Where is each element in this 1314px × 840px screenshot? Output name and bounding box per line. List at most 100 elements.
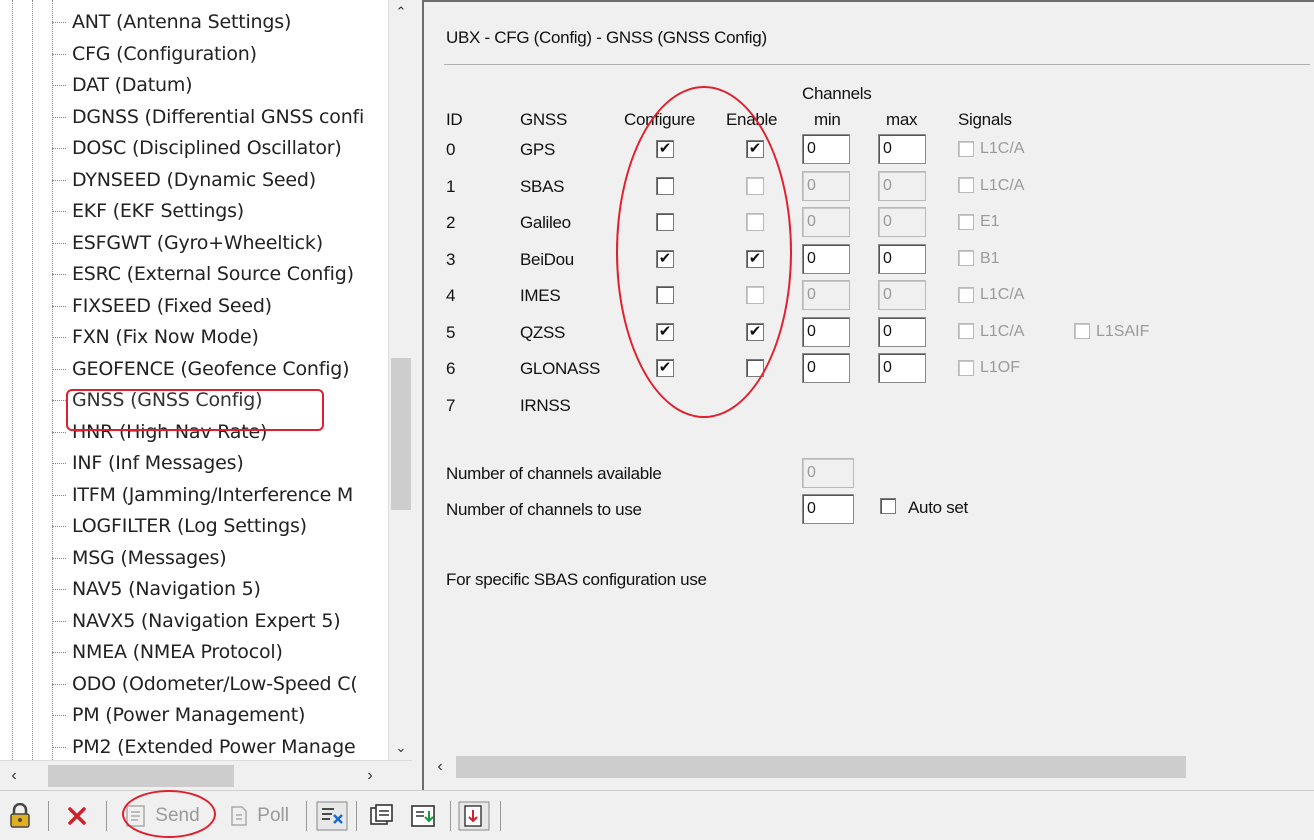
tree-item[interactable]: NMEA (NMEA Protocol) [52,638,283,666]
min-channels-field[interactable]: 0 [802,280,850,310]
max-channels-field[interactable]: 0 [878,316,926,347]
channels-to-use-field[interactable]: 0 [802,494,854,524]
signal-checkbox [1074,323,1090,340]
max-channels-field[interactable]: 0 [878,353,926,383]
min-channels-field[interactable]: 0 [802,243,850,274]
header-max: max [886,110,918,129]
send-button-annotation [122,790,216,838]
tree-item[interactable]: ITFM (Jamming/Interference M [51,481,353,509]
tree-horizontal-scrollbar[interactable]: ‹ › [0,760,412,790]
min-channels-field[interactable]: 0 [802,134,850,164]
configure-enable-annotation [616,86,792,418]
signal-label: L1C/A [980,176,1025,194]
signal-checkbox [958,323,974,340]
tree-item[interactable]: PM2 (Extended Power Manage [51,733,356,761]
save-button[interactable] [458,799,490,833]
store-icon [411,805,435,827]
tree-item[interactable]: DOSC (Disciplined Oscillator) [52,134,342,162]
delete-icon [68,807,86,825]
load-button[interactable] [368,799,394,833]
scroll-left-icon[interactable]: ‹ [0,761,28,791]
tree-item-label: ODO (Odometer/Low-Speed C( [72,672,358,695]
toolbar-separator [306,801,307,831]
tree-guide-line [12,0,13,760]
min-channels-field[interactable]: 0 [802,353,850,383]
tree-item-label: DGNSS (Differential GNSS confi [72,105,365,128]
tree-item[interactable]: PM (Power Management) [51,701,305,729]
max-channels-field[interactable]: 0 [878,280,926,310]
tree-item[interactable]: LOGFILTER (Log Settings) [52,512,307,540]
max-channels-field[interactable]: 0 [878,207,926,237]
tree-item[interactable]: FIXSEED (Fixed Seed) [52,292,272,320]
tree-item[interactable]: NAVX5 (Navigation Expert 5) [51,607,341,635]
tree-item[interactable]: CFG (Configuration) [52,40,257,68]
poll-button[interactable]: Poll [228,799,289,833]
tree-item[interactable]: ANT (Antenna Settings) [51,8,291,36]
min-channels-field[interactable]: 0 [802,170,850,201]
max-channels-field[interactable]: 0 [878,134,926,164]
signal-option: B1 [958,250,1000,270]
tree-item[interactable]: FXN (Fix Now Mode) [52,323,259,351]
panel-splitter[interactable] [412,0,422,790]
lock-button[interactable] [8,799,32,833]
store-button[interactable] [410,799,438,833]
tree-hscroll-thumb[interactable] [48,765,234,787]
tree-vscroll-thumb[interactable] [391,358,411,510]
toolbar-separator [356,801,357,831]
tree-item[interactable]: ODO (Odometer/Low-Speed C( [52,670,358,698]
channels-to-use-label: Number of channels to use [446,500,642,519]
tree-item[interactable]: ESRC (External Source Config) [52,260,354,288]
panel-horizontal-scrollbar[interactable]: ‹ [426,752,1312,782]
tree-item-label: FXN (Fix Now Mode) [72,326,259,348]
tree-item[interactable]: DGNSS (Differential GNSS confi [51,103,364,131]
tree-item-label: CFG (Configuration) [72,42,257,65]
tree-item[interactable]: ESFGWT (Gyro+Wheeltick) [52,229,323,257]
gnss-row-id: 7 [446,395,456,415]
gnss-row-id: 5 [446,322,456,342]
signal-label: L1SAIF [1096,322,1150,340]
auto-poll-button[interactable] [316,799,348,833]
gnss-row-id: 1 [446,176,456,196]
signal-checkbox [958,213,974,230]
signal-label: L1C/A [980,322,1025,340]
gnss-row-name: IMES [520,286,561,305]
tree-item[interactable]: DYNSEED (Dynamic Seed) [52,166,316,194]
scroll-up-icon[interactable]: ⌃ [389,0,413,24]
tree-item[interactable]: EKF (EKF Settings) [51,197,244,225]
tree-item[interactable]: DAT (Datum) [51,71,193,99]
panel-title: UBX - CFG (Config) - GNSS (GNSS Config) [446,28,767,47]
signal-label: E1 [980,213,1000,230]
tree-item-label: INF (Inf Messages) [72,452,244,474]
message-tree-list[interactable]: ANT (Antenna Settings) CFG (Configuration… [0,0,388,760]
message-tree-panel[interactable]: ANT (Antenna Settings) CFG (Configuration… [0,0,412,790]
tree-item[interactable]: MSG (Messages) [51,544,227,572]
load-icon [370,804,393,825]
scroll-right-icon[interactable]: › [356,761,384,791]
auto-set-checkbox[interactable] [880,498,896,514]
tree-item-label: GEOFENCE (Geofence Config) [72,357,350,380]
tree-item-label: ANT (Antenna Settings) [72,11,292,33]
panel-hscroll-thumb[interactable] [456,756,1186,778]
toolbar-separator [450,801,451,831]
tree-item[interactable]: INF (Inf Messages) [52,449,244,477]
min-channels-field[interactable]: 0 [802,316,850,347]
poll-label: Poll [257,805,289,826]
max-channels-field[interactable]: 0 [878,243,926,274]
signal-label: L1C/A [980,286,1025,303]
channels-available-field: 0 [802,458,854,488]
tree-item[interactable]: GEOFENCE (Geofence Config) [51,355,350,383]
signal-label: B1 [980,249,1000,267]
toolbar-separator [48,801,49,831]
tree-item-label: ITFM (Jamming/Interference M [72,483,354,506]
tree-vertical-scrollbar[interactable]: ⌃ ⌄ [388,0,412,760]
signal-option: E1 [958,213,1000,233]
max-channels-field[interactable]: 0 [878,170,926,201]
delete-button[interactable] [66,799,88,833]
min-channels-field[interactable]: 0 [802,207,850,237]
tree-item-label: DAT (Datum) [72,74,193,96]
title-divider [444,64,1310,65]
header-signals: Signals [958,110,1012,129]
scroll-down-icon[interactable]: ⌄ [389,736,413,760]
tree-item[interactable]: NAV5 (Navigation 5) [52,575,261,603]
scroll-left-icon[interactable]: ‹ [426,752,454,782]
